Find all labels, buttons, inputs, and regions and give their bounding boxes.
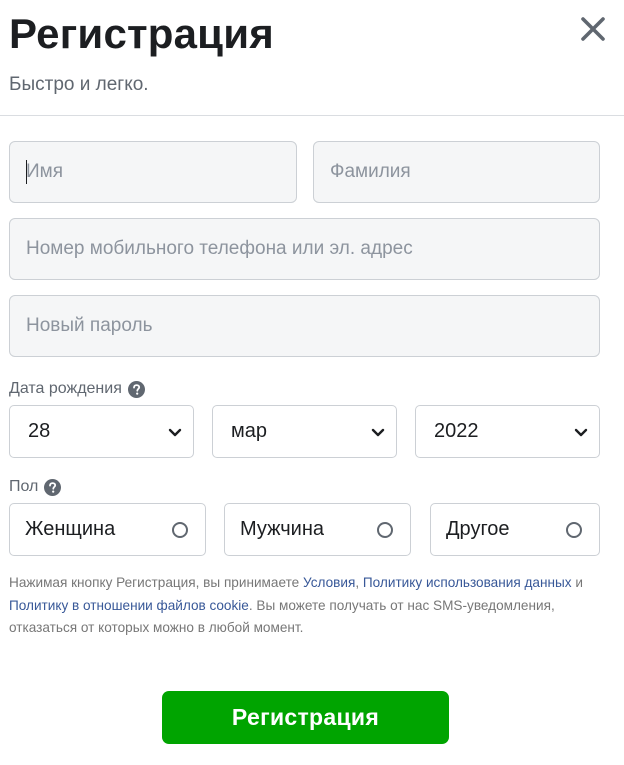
question-circle-icon[interactable]	[44, 478, 62, 496]
gender-option-female[interactable]: Женщина	[9, 503, 206, 556]
gender-option-male[interactable]: Мужчина	[224, 503, 411, 556]
text-cursor	[26, 160, 27, 184]
terms-text-part: ,	[355, 575, 363, 590]
gender-option-label: Женщина	[25, 518, 116, 540]
gender-label: Пол	[9, 478, 62, 496]
gender-option-other[interactable]: Другое	[430, 503, 600, 556]
radio-button[interactable]	[377, 521, 393, 538]
dialog-title: Регистрация	[9, 10, 274, 57]
gender-option-label: Другое	[446, 518, 510, 540]
question-circle-icon[interactable]	[127, 380, 145, 398]
first-name-field[interactable]	[9, 141, 297, 203]
radio-button[interactable]	[566, 521, 582, 538]
new-password-field[interactable]	[9, 295, 600, 357]
data-policy-link[interactable]: Политику использования данных	[363, 575, 572, 590]
birthday-month-value: мар	[231, 420, 267, 442]
radio-button[interactable]	[172, 521, 188, 538]
chevron-down-icon	[168, 428, 182, 436]
terms-text-part: и	[571, 575, 583, 590]
birthday-label-text: Дата рождения	[9, 380, 122, 397]
register-button[interactable]: Регистрация	[162, 691, 449, 744]
birthday-month-select[interactable]: мар	[212, 405, 397, 458]
chevron-down-icon	[574, 428, 588, 436]
birthday-day-select[interactable]: 28	[9, 405, 194, 458]
phone-or-email-field[interactable]	[9, 218, 600, 280]
terms-link[interactable]: Условия	[303, 575, 355, 590]
close-button[interactable]	[578, 14, 608, 44]
last-name-field[interactable]	[313, 141, 600, 203]
birthday-year-value: 2022	[434, 420, 479, 442]
terms-text-part: Нажимая кнопку Регистрация, вы принимает…	[9, 575, 303, 590]
dialog-subtitle: Быстро и легко.	[9, 74, 149, 95]
header-divider	[0, 115, 624, 116]
terms-text: Нажимая кнопку Регистрация, вы принимает…	[9, 572, 604, 640]
gender-option-label: Мужчина	[240, 518, 325, 540]
close-icon	[581, 17, 605, 41]
birthday-day-value: 28	[28, 420, 51, 442]
cookie-policy-link[interactable]: Политику в отношении файлов cookie	[9, 598, 249, 613]
birthday-label: Дата рождения	[9, 380, 145, 398]
birthday-year-select[interactable]: 2022	[415, 405, 600, 458]
chevron-down-icon	[371, 428, 385, 436]
gender-label-text: Пол	[9, 478, 39, 495]
